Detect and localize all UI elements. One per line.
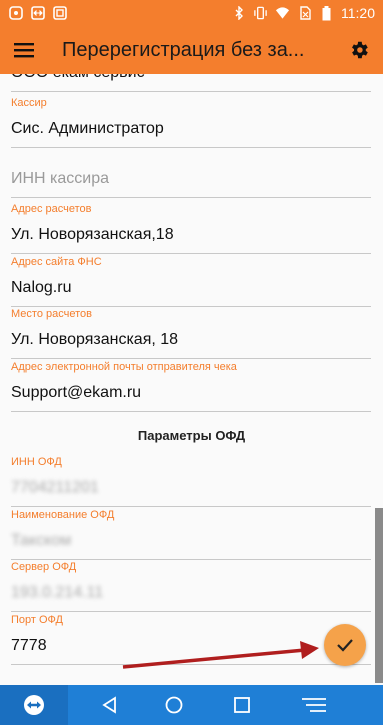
status-time: 11:20: [341, 5, 375, 21]
divider: [11, 306, 371, 307]
recent-square-icon: [234, 697, 250, 713]
divider: [11, 91, 371, 92]
teamviewer-icon: [24, 695, 44, 715]
organization-field[interactable]: ООО екам сервис: [11, 74, 371, 92]
fns-site-value: Nalog.ru: [11, 279, 72, 296]
no-sim-icon: [297, 6, 312, 21]
ofd-name-label: Наименование ОФД: [11, 509, 115, 521]
checkmark-icon: [337, 639, 353, 652]
ofd-port-field[interactable]: Порт ОФД 7778: [11, 614, 371, 665]
vibrate-icon: [253, 6, 268, 21]
payment-address-field[interactable]: Адрес расчетов Ул. Новорязанская,18: [11, 203, 371, 254]
payment-place-value: Ул. Новорязанская, 18: [11, 331, 179, 348]
teamviewer-button[interactable]: [0, 685, 68, 725]
cashier-field[interactable]: Кассир Сис. Администратор: [11, 97, 371, 148]
back-button[interactable]: [68, 685, 152, 725]
cashier-value: Сис. Администратор: [11, 120, 164, 137]
home-button[interactable]: [152, 685, 196, 725]
status-bar: 11:20: [0, 0, 383, 26]
ofd-name-value: Такском: [11, 532, 72, 549]
notifications-button[interactable]: [288, 685, 340, 725]
ofd-server-label: Сервер ОФД: [11, 561, 77, 573]
sender-email-value: Support@ekam.ru: [11, 384, 142, 401]
ofd-inn-label: ИНН ОФД: [11, 456, 62, 468]
ofd-inn-value: 7704211201: [11, 479, 99, 496]
divider: [11, 506, 371, 507]
payment-address-value: Ул. Новорязанская,18: [11, 226, 174, 243]
divider: [11, 611, 371, 612]
menu-button[interactable]: [0, 26, 48, 74]
battery-icon: [319, 5, 334, 21]
ofd-server-field[interactable]: Сервер ОФД 193.0.214.11: [11, 561, 371, 612]
confirm-button[interactable]: [324, 624, 366, 666]
divider: [11, 559, 371, 560]
page-title: Перерегистрация без за...: [62, 38, 305, 61]
fns-site-field[interactable]: Адрес сайта ФНС Nalog.ru: [11, 256, 371, 307]
payment-address-label: Адрес расчетов: [11, 203, 92, 215]
menu-lines-icon: [302, 698, 326, 712]
hamburger-menu-icon: [14, 43, 34, 58]
home-circle-icon: [165, 696, 183, 714]
notification-icon: [8, 6, 23, 21]
divider: [11, 147, 371, 148]
ofd-section-title: Параметры ОФД: [137, 428, 246, 443]
back-triangle-icon: [102, 696, 116, 714]
cashier-inn-field[interactable]: ИНН кассира: [11, 170, 371, 198]
payment-place-label: Место расчетов: [11, 308, 92, 320]
wifi-icon: [275, 6, 290, 21]
teamviewer-notification-icon: [30, 6, 45, 21]
divider: [11, 358, 371, 359]
divider: [11, 664, 371, 665]
ofd-inn-field[interactable]: ИНН ОФД 7704211201: [11, 456, 371, 507]
sender-email-field[interactable]: Адрес электронной почты отправителя чека…: [11, 361, 371, 412]
bluetooth-icon: [231, 6, 246, 21]
divider: [11, 253, 371, 254]
gear-icon: [352, 41, 368, 59]
ofd-server-value: 193.0.214.11: [11, 584, 104, 601]
divider: [11, 411, 371, 412]
fns-site-label: Адрес сайта ФНС: [11, 256, 102, 268]
ofd-port-label: Порт ОФД: [11, 614, 63, 626]
divider: [11, 197, 371, 198]
ofd-port-value: 7778: [11, 637, 47, 654]
sender-email-label: Адрес электронной почты отправителя чека: [11, 361, 237, 373]
settings-button[interactable]: [335, 26, 383, 74]
recent-apps-button[interactable]: [196, 685, 288, 725]
scrollbar[interactable]: [375, 508, 383, 683]
payment-place-field[interactable]: Место расчетов Ул. Новорязанская, 18: [11, 308, 371, 359]
cashier-label: Кассир: [11, 97, 47, 109]
organization-value: ООО екам сервис: [11, 74, 371, 83]
form-content[interactable]: ООО екам сервис Кассир Сис. Администрато…: [0, 74, 383, 685]
app-bar: Перерегистрация без за...: [0, 26, 383, 74]
navigation-bar: [0, 685, 383, 725]
screenshot-icon: [52, 6, 67, 21]
cashier-inn-placeholder: ИНН кассира: [11, 170, 110, 187]
ofd-name-field[interactable]: Наименование ОФД Такском: [11, 509, 371, 560]
